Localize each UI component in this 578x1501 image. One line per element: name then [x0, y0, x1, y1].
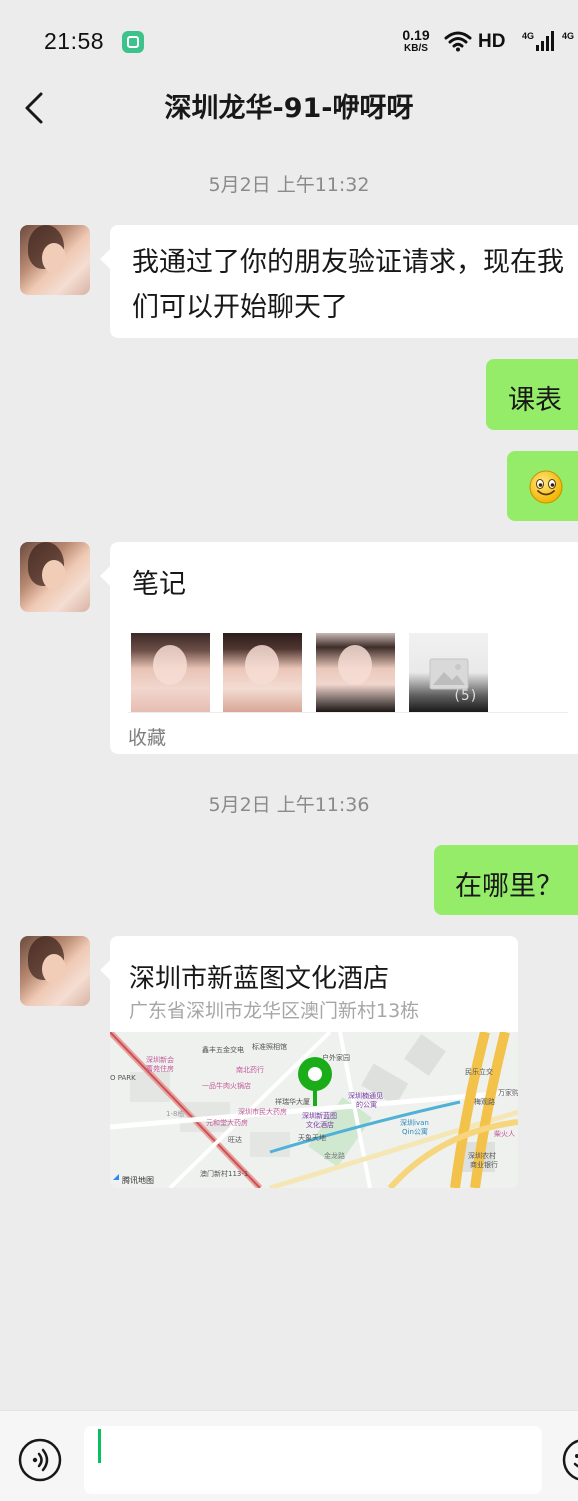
voice-input-button[interactable]	[18, 1438, 62, 1482]
map-label: 旺达	[228, 1135, 242, 1144]
map-label: 天象天地	[298, 1133, 326, 1142]
notification-app-icon	[122, 31, 144, 53]
map-label: 深圳新蓝图	[302, 1111, 337, 1120]
map-label: 一品牛肉火锅店	[202, 1081, 251, 1090]
map-label: 深圳ivan	[400, 1118, 429, 1127]
wifi-icon	[444, 31, 472, 52]
text-cursor	[98, 1429, 101, 1463]
map-canvas: 鑫丰五金交电 标准照相馆 户外家园 深圳新会 菁苑住房 南北药行 一品牛肉火锅店…	[110, 1032, 518, 1188]
message-timestamp: 5月2日 上午11:36	[208, 794, 370, 816]
map-label: 柴火人	[494, 1129, 515, 1138]
map-label: 户外家园	[322, 1053, 350, 1062]
contact-avatar[interactable]	[20, 225, 90, 295]
map-label: O PARK	[110, 1074, 136, 1082]
map-label: 金龙路	[324, 1151, 345, 1160]
map-label: 民乐立交	[465, 1067, 493, 1076]
contact-avatar[interactable]	[20, 936, 90, 1006]
network-label-1: 4G	[522, 31, 534, 41]
chat-title: 深圳龙华-91-咿呀呀	[164, 93, 414, 124]
signal-4g-icon: 4G	[522, 31, 554, 51]
network-label-2: 4G	[562, 31, 574, 41]
note-title: 笔记	[132, 569, 186, 600]
status-bar: 21:58 0.19 KB/S HD 4G 4G	[0, 0, 578, 84]
note-thumbnail-1	[131, 633, 210, 712]
message-input[interactable]	[84, 1426, 542, 1494]
location-address: 广东省深圳市龙华区澳门新村13栋	[129, 1000, 420, 1022]
note-thumbnail-2	[223, 633, 302, 712]
note-thumbnail-3	[316, 633, 395, 712]
network-speed: 0.19 KB/S	[398, 28, 434, 54]
emoji-button[interactable]	[562, 1438, 578, 1482]
map-label: 商业银行	[470, 1160, 498, 1169]
map-label: 深圳新会	[146, 1055, 174, 1064]
map-label: 万家购	[498, 1088, 518, 1097]
map-label: 元和堂大药房	[206, 1118, 248, 1127]
map-label: 1-8栋	[166, 1109, 184, 1118]
map-label: 南北药行	[236, 1065, 264, 1074]
map-label: 深圳楠通见	[348, 1091, 383, 1100]
map-label: 梅观路	[474, 1097, 495, 1106]
map-label: 文化酒店	[306, 1120, 334, 1129]
note-source-label: 收藏	[128, 727, 167, 749]
smile-emoji-icon	[529, 470, 563, 504]
input-bar	[0, 1410, 578, 1501]
map-label: 的公寓	[356, 1100, 377, 1109]
map-label: 澳门新村113-1	[200, 1169, 248, 1178]
network-speed-value: 0.19	[402, 27, 430, 43]
map-label: 祥瑞华大厦	[275, 1097, 310, 1106]
map-label: 腾讯地图	[122, 1175, 154, 1185]
map-label: 深圳市民大药房	[238, 1107, 287, 1116]
map-label: 深圳农村	[468, 1151, 496, 1160]
note-divider	[128, 712, 568, 713]
note-thumbnail-more: (5)	[409, 633, 488, 712]
map-label: Qin公寓	[402, 1127, 428, 1136]
status-time: 21:58	[44, 28, 105, 54]
message-timestamp: 5月2日 上午11:32	[208, 174, 370, 196]
outgoing-message-text: 课表	[508, 385, 562, 416]
location-name: 深圳市新蓝图文化酒店	[129, 964, 390, 994]
signal-4g-icon-2: 4G	[562, 31, 574, 41]
outgoing-message-text: 在哪里？	[455, 871, 563, 902]
hd-voice-icon: HD	[478, 31, 506, 52]
network-speed-unit: KB/S	[404, 43, 428, 54]
chat-header: 深圳龙华-91-咿呀呀	[0, 84, 578, 144]
map-label: 鑫丰五金交电	[202, 1045, 244, 1054]
location-map[interactable]: 鑫丰五金交电 标准照相馆 户外家园 深圳新会 菁苑住房 南北药行 一品牛肉火锅店…	[110, 1032, 518, 1188]
image-placeholder-icon	[429, 658, 469, 690]
incoming-message-text: 我通过了你的朋友验证请求，现在我们可以开始聊天了	[132, 247, 564, 323]
contact-avatar[interactable]	[20, 542, 90, 612]
more-images-count: (5)	[452, 688, 478, 704]
map-label: 菁苑住房	[146, 1064, 174, 1073]
map-label: 标准照相馆	[252, 1042, 287, 1051]
